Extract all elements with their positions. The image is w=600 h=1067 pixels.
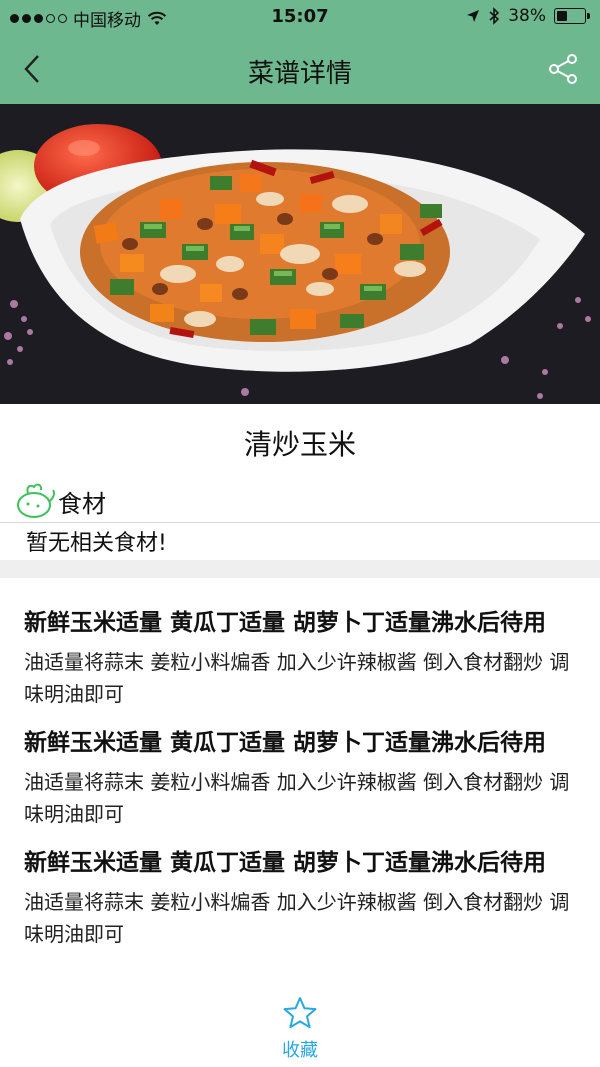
recipe-steps: 新鲜玉米适量 黄瓜丁适量 胡萝卜丁适量沸水后待用 油适量将蒜末 姜粒小料煸香 加… [24, 604, 580, 986]
step-heading: 新鲜玉米适量 黄瓜丁适量 胡萝卜丁适量沸水后待用 [24, 730, 547, 756]
bottom-bar: 收藏 [0, 986, 600, 1067]
recipe-photo [0, 104, 600, 404]
step-heading: 新鲜玉米适量 黄瓜丁适量 胡萝卜丁适量沸水后待用 [24, 610, 547, 636]
dish-image [0, 104, 600, 404]
page-title: 菜谱详情 [247, 59, 352, 89]
star-icon [283, 997, 317, 1029]
share-button[interactable] [546, 52, 580, 86]
battery-percent: 38% [508, 6, 546, 26]
status-bar: 中国移动 15:07 38% [0, 0, 600, 34]
vegetable-icon [17, 483, 55, 518]
step-description: 油适量将蒜末 姜粒小料煸香 加入少许辣椒酱 倒入食材翻炒 调味明油即可 [24, 650, 570, 706]
location-arrow-icon [467, 10, 480, 22]
step-item: 新鲜玉米适量 黄瓜丁适量 胡萝卜丁适量沸水后待用 油适量将蒜末 姜粒小料煸香 加… [24, 724, 580, 830]
section-separator [0, 560, 600, 578]
favorite-button[interactable]: 收藏 [270, 996, 330, 1062]
favorite-label: 收藏 [282, 1040, 318, 1061]
ingredients-empty-text: 暂无相关食材! [26, 531, 167, 556]
status-right: 38% [466, 6, 590, 26]
nav-bar: 菜谱详情 [0, 34, 600, 104]
divider [0, 522, 600, 523]
step-item: 新鲜玉米适量 黄瓜丁适量 胡萝卜丁适量沸水后待用 油适量将蒜末 姜粒小料煸香 加… [24, 844, 580, 950]
step-description: 油适量将蒜末 姜粒小料煸香 加入少许辣椒酱 倒入食材翻炒 调味明油即可 [24, 890, 570, 946]
ingredients-header: 食材 [14, 480, 106, 522]
recipe-name: 清炒玉米 [243, 428, 356, 461]
step-item: 新鲜玉米适量 黄瓜丁适量 胡萝卜丁适量沸水后待用 油适量将蒜末 姜粒小料煸香 加… [24, 604, 580, 710]
step-heading: 新鲜玉米适量 黄瓜丁适量 胡萝卜丁适量沸水后待用 [24, 850, 547, 876]
ingredients-label: 食材 [58, 489, 106, 518]
battery-fill [557, 11, 567, 21]
share-icon [549, 54, 577, 84]
step-description: 油适量将蒜末 姜粒小料煸香 加入少许辣椒酱 倒入食材翻炒 调味明油即可 [24, 770, 570, 826]
battery-icon [554, 8, 590, 24]
bluetooth-icon [489, 7, 500, 25]
